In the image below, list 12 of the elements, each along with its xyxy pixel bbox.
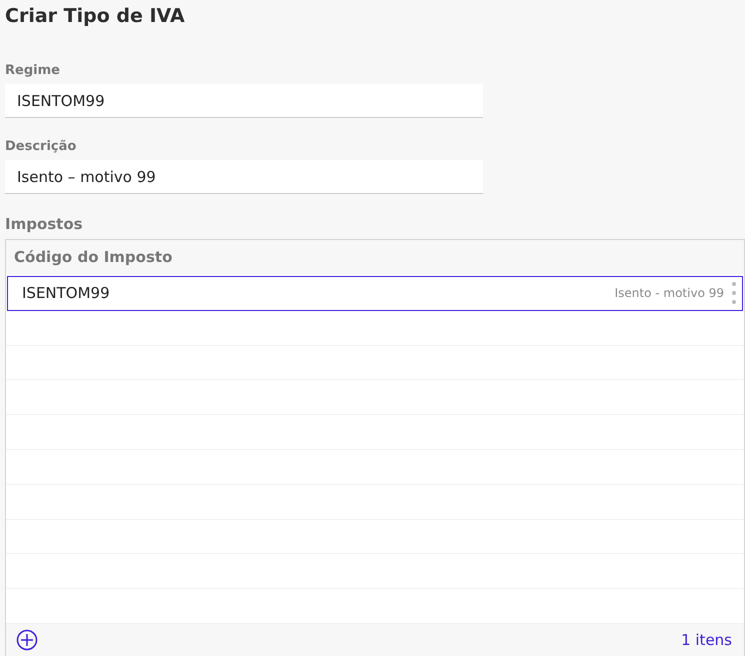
- tax-description: Isento - motivo 99: [614, 286, 724, 300]
- tax-code: ISENTOM99: [22, 284, 111, 302]
- section-heading: Impostos: [5, 214, 84, 235]
- field-label: Regime: [5, 62, 61, 79]
- page-title: Criar Tipo de IVA: [5, 4, 186, 29]
- column-header: Código do Imposto: [6, 240, 744, 274]
- table-row[interactable]: ISENTOM99 Isento - motivo 99: [7, 276, 743, 311]
- field-label: Descrição: [5, 138, 78, 155]
- item-count: 1 itens: [681, 631, 732, 650]
- text-field[interactable]: ISENTOM99: [5, 84, 483, 118]
- text-field[interactable]: Isento – motivo 99: [5, 160, 483, 194]
- add-button[interactable]: [16, 629, 38, 652]
